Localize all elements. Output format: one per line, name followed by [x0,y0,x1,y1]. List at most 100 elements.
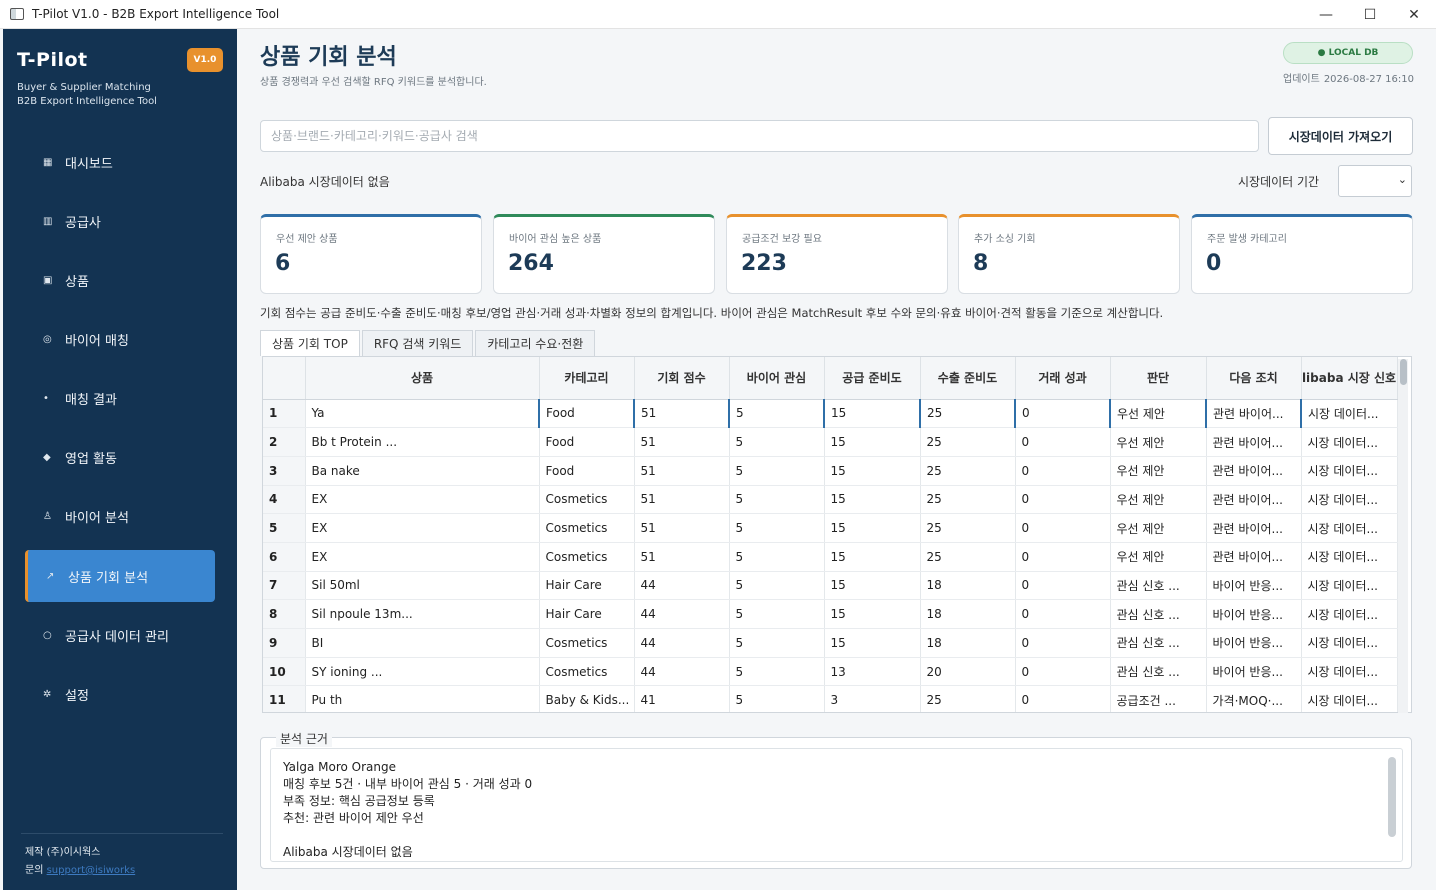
table-cell: EX [305,485,540,515]
table-cell: 44 [634,571,730,601]
table-row[interactable]: 6 EX Cosmetics 51 5 15 25 0 우선 제안 관련 바이어... 시장 데이터… [263,542,1398,572]
column-header[interactable]: 수출 준비도 [920,357,1016,400]
maximize-button[interactable]: ☐ [1348,0,1392,29]
update-time: 2026-08-27 16:10 [1323,74,1414,85]
analysis-text[interactable]: Yalga Moro Orange 매칭 후보 5건 · 내부 바이어 관심 5… [270,748,1403,862]
table-cell: 0 [1015,485,1111,515]
sidebar-item-supplier-data[interactable]: ○ 공급사 데이터 관리 [25,609,215,661]
table-cell: 관련 바이어... [1206,427,1302,457]
trend-icon: ↗ [46,570,55,582]
table-scrollbar[interactable] [1398,359,1408,713]
window-title: T-Pilot V1.0 - B2B Export Intelligence T… [32,7,280,21]
sidebar-item-dashboard[interactable]: ▦ 대시보드 [25,136,215,188]
table-cell: Cosmetics [539,513,635,543]
main-content: 상품 기회 분석 상품 경쟁력과 우선 검색할 RFQ 키워드를 분석합니다. … [237,29,1436,890]
table-cell: 시장 데이터... [1301,685,1398,712]
column-header[interactable]: 상품 [305,357,540,400]
table-row[interactable]: 8 Sil npoule 13m... Hair Care 44 5 15 18 0 관심 신호… [263,599,1398,629]
table-cell: 51 [634,485,730,515]
row-number: 6 [263,542,306,572]
table-cell: 25 [920,685,1016,712]
row-number: 4 [263,485,306,515]
person-icon: ♙ [43,510,52,522]
search-input[interactable] [260,120,1259,152]
sidebar-item-buyer-analysis[interactable]: ♙ 바이어 분석 [25,490,215,542]
tab-category-demand[interactable]: 카테고리 수요·전환 [475,330,596,356]
column-header[interactable]: 판단 [1110,357,1207,400]
supplier-icon: ▥ [43,215,53,227]
market-period-label: 시장데이터 기간 [1238,175,1320,189]
table-cell: 15 [824,628,921,658]
analysis-title: 분석 근거 [276,730,332,747]
table-cell: 관련 바이어... [1206,542,1302,572]
analysis-line: 부족 정보: 핵심 공급정보 등록 [283,794,435,808]
table-cell: 51 [634,427,730,457]
table-cell: 25 [920,485,1016,515]
table-row[interactable]: 7 Sil 50ml Hair Care 44 5 15 18 0 관심 신호 ... 바이어 반… [263,571,1398,601]
table-cell: 15 [823,399,921,429]
table-row[interactable]: 1 Ya Food 51 5 15 25 0 우선 제안 관련 바이어... 시장 데이터... [263,399,1398,429]
table-row[interactable]: 10 SY ioning ... Cosmetics 44 5 13 20 0 관심 신호 ..… [263,657,1398,687]
column-header[interactable] [263,357,306,400]
table-scrollbar-thumb[interactable] [1400,359,1407,385]
brand-subtitle: Buyer & Supplier Matching B2B Export Int… [17,81,157,109]
tab-rfq-keywords[interactable]: RFQ 검색 키워드 [361,330,474,356]
column-header[interactable]: 기회 점수 [634,357,730,400]
table-row[interactable]: 5 EX Cosmetics 51 5 15 25 0 우선 제안 관련 바이어... 시장 데이터… [263,513,1398,543]
table-row[interactable]: 2 Bb t Protein ... Food 51 5 15 25 0 우선 제안 관련 바이어… [263,427,1398,457]
table-cell: 13 [824,657,921,687]
opportunity-table[interactable]: 상품 카테고리 기회 점수 바이어 관심 공급 준비도 수출 준비도 거래 성과 판단 다음 조… [262,356,1412,713]
row-number: 8 [263,599,306,629]
table-cell: 15 [824,571,921,601]
tab-product-opportunity-top[interactable]: 상품 기회 TOP [260,330,360,356]
table-cell: 바이어 반응... [1206,628,1302,658]
table-row[interactable]: 3 Ba nake Food 51 5 15 25 0 우선 제안 관련 바이어... 시장 데이터… [263,456,1398,486]
dot-icon: • [43,392,49,404]
table-cell: 18 [920,571,1016,601]
column-header[interactable]: 거래 성과 [1015,357,1111,400]
column-header[interactable]: 카테고리 [539,357,635,400]
table-cell: 25 [919,399,1016,429]
column-header[interactable]: 바이어 관심 [729,357,825,400]
fetch-market-data-button[interactable]: 시장데이터 가져오기 [1268,117,1413,155]
analysis-scrollbar[interactable] [1388,757,1396,837]
sidebar-item-buyer-matching[interactable]: ◎ 바이어 매칭 [25,313,215,365]
sidebar-item-label: 매칭 결과 [65,392,117,408]
table-cell: 공급조건 ... [1110,685,1207,712]
table-row[interactable]: 4 EX Cosmetics 51 5 15 25 0 우선 제안 관련 바이어... 시장 데이터… [263,485,1398,515]
contact-link[interactable]: support@isiworks [47,865,136,876]
table-cell: 25 [920,513,1016,543]
sidebar-item-product[interactable]: ▣ 상품 [25,254,215,306]
minimize-button[interactable]: — [1304,0,1348,29]
table-cell: 5 [729,571,825,601]
table-cell: 0 [1015,657,1111,687]
row-number: 3 [263,456,306,486]
table-cell: SY ioning ... [305,657,540,687]
column-header[interactable]: 공급 준비도 [824,357,921,400]
sidebar-item-label: 상품 기회 분석 [68,570,149,586]
sidebar: T-Pilot V1.0 Buyer & Supplier Matching B… [3,29,237,890]
close-button[interactable]: ✕ [1392,0,1436,29]
chevron-down-icon: ⌄ [1397,173,1407,186]
table-cell: 44 [634,599,730,629]
table-cell: 51 [634,513,730,543]
column-header[interactable]: 다음 조치 [1206,357,1302,400]
window-titlebar: T-Pilot V1.0 - B2B Export Intelligence T… [0,0,1436,29]
sidebar-item-sales-activity[interactable]: ◆ 영업 활동 [25,431,215,483]
sidebar-item-supplier[interactable]: ▥ 공급사 [25,195,215,247]
target-icon: ◎ [43,333,52,345]
table-cell: 관련 바이어... [1206,485,1302,515]
analysis-line [283,827,1390,844]
sidebar-item-label: 영업 활동 [65,451,117,467]
column-header[interactable]: libaba 시장 신호 [1301,357,1398,400]
table-cell: 관련 바이어... [1205,399,1302,429]
table-row[interactable]: 11 Pu th Baby & Kids... 41 5 3 25 0 공급조건 ... 가격·M… [263,685,1398,712]
table-row[interactable]: 9 BI Cosmetics 44 5 15 18 0 관심 신호 ... 바이어 반응... 시장… [263,628,1398,658]
sidebar-item-product-opportunity[interactable]: ↗ 상품 기회 분석 [25,550,215,602]
kpi-label: 바이어 관심 높은 상품 [509,234,602,245]
row-number: 9 [263,628,306,658]
market-period-select[interactable]: ⌄ [1338,165,1412,197]
product-icon: ▣ [43,274,53,286]
sidebar-item-match-results[interactable]: • 매칭 결과 [25,372,215,424]
sidebar-item-settings[interactable]: ✲ 설정 [25,668,215,720]
